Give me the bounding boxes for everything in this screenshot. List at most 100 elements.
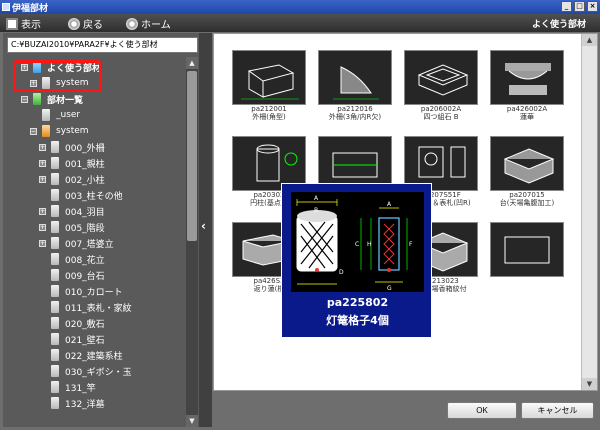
- path-field[interactable]: C:¥BUZAI2010¥PARA2F¥よく使う部材: [7, 37, 198, 53]
- collapse-icon[interactable]: −: [21, 95, 28, 103]
- folder-tree: + よく使う部材 + system − 部材一覧 _user − system +000_外柵 +0…: [3, 59, 183, 427]
- part-tile[interactable]: pa206002A 四つ組石 B: [404, 50, 478, 121]
- part-code: pa426002A: [506, 105, 548, 113]
- tree-node[interactable]: 011_表札・家紋: [39, 299, 132, 315]
- expand-icon[interactable]: +: [39, 207, 46, 215]
- tree-node[interactable]: 022_建築系柱: [39, 347, 123, 363]
- title-bar[interactable]: 伊福部材 _ □ ×: [0, 0, 600, 14]
- scroll-thumb[interactable]: [187, 71, 197, 241]
- tree-node[interactable]: 010_カロート: [39, 283, 123, 299]
- tree-node-label: _user: [56, 110, 81, 120]
- part-tile[interactable]: pa426002A 蓮華: [490, 50, 564, 121]
- view-icon: [6, 17, 18, 30]
- tree-node-label: 021_壁石: [65, 335, 105, 346]
- folder-icon: [51, 349, 59, 361]
- current-folder-label: よく使う部材: [531, 20, 586, 30]
- tree-node[interactable]: − system: [30, 123, 89, 139]
- tree-node[interactable]: +005_階段: [39, 219, 105, 235]
- home-button[interactable]: ホーム: [126, 16, 171, 31]
- chevron-left-icon[interactable]: ‹: [201, 219, 206, 233]
- maximize-button[interactable]: □: [574, 1, 585, 12]
- scroll-down-icon[interactable]: ▼: [186, 415, 198, 427]
- preview-part-name: 灯篭格子4個: [326, 314, 389, 327]
- expand-icon[interactable]: +: [39, 223, 46, 231]
- tree-node-label: 131_竿: [65, 383, 96, 394]
- tree-node[interactable]: 021_壁石: [39, 331, 105, 347]
- part-tile[interactable]: pa207015 台(天場亀腹加工): [490, 136, 564, 207]
- tree-node[interactable]: _user: [30, 107, 80, 123]
- panel-splitter[interactable]: ‹: [199, 33, 212, 427]
- back-icon: [68, 17, 80, 30]
- back-label: 戻る: [83, 20, 103, 31]
- folder-icon: [51, 333, 59, 345]
- folder-icon: [33, 93, 41, 105]
- tree-node[interactable]: 132_洋墓: [39, 395, 105, 411]
- folder-icon: [51, 141, 59, 153]
- folder-icon: [51, 189, 59, 201]
- scroll-down-icon[interactable]: ▼: [582, 378, 597, 390]
- expand-icon[interactable]: +: [39, 143, 46, 151]
- tree-node-label: 005_階段: [65, 223, 105, 234]
- part-thumbnail: [490, 222, 564, 277]
- tree-node-label: 009_台石: [65, 271, 105, 282]
- parts-scrollbar[interactable]: ▲ ▼: [581, 34, 597, 390]
- tree-node[interactable]: +004_羽目: [39, 203, 105, 219]
- tree-node[interactable]: 009_台石: [39, 267, 105, 283]
- expand-icon[interactable]: +: [39, 239, 46, 247]
- folder-icon: [51, 253, 59, 265]
- tree-node-label: 011_表札・家紋: [65, 303, 132, 314]
- tree-node[interactable]: 008_花立: [39, 251, 105, 267]
- app-icon: [2, 3, 10, 11]
- tree-scrollbar[interactable]: ▲ ▼: [186, 57, 198, 427]
- collapse-icon[interactable]: −: [30, 127, 37, 135]
- part-code: pa206002A: [420, 105, 462, 113]
- tree-node-label: 002_小柱: [65, 175, 105, 186]
- tree-node[interactable]: 030_ギボシ・玉: [39, 363, 132, 379]
- back-button[interactable]: 戻る: [68, 16, 103, 31]
- svg-text:A: A: [314, 195, 319, 202]
- part-thumbnail: [318, 50, 392, 105]
- close-button[interactable]: ×: [587, 1, 598, 12]
- folder-icon: [51, 397, 59, 409]
- svg-text:G: G: [387, 285, 392, 292]
- part-tile[interactable]: [490, 222, 564, 277]
- scroll-up-icon[interactable]: ▲: [186, 57, 198, 69]
- tree-node-label: 010_カロート: [65, 287, 123, 298]
- cancel-button[interactable]: キャンセル: [521, 402, 594, 419]
- part-thumbnail: [404, 50, 478, 105]
- folder-icon: [51, 157, 59, 169]
- tree-node-label: 022_建築系柱: [65, 351, 123, 362]
- part-preview-image: A B C H F A G D: [291, 192, 424, 292]
- part-name: 蓮華: [520, 113, 534, 121]
- part-code: pa207015: [509, 191, 545, 199]
- tree-node[interactable]: 003_柱その他: [39, 187, 123, 203]
- folder-icon: [42, 125, 50, 137]
- minimize-button[interactable]: _: [561, 1, 572, 12]
- part-name: 四つ組石 B: [423, 113, 459, 121]
- part-tile[interactable]: pa212016 外柵(3角/内R欠): [318, 50, 392, 121]
- folder-icon: [51, 381, 59, 393]
- tree-node[interactable]: +007_塔婆立: [39, 235, 114, 251]
- folder-icon: [51, 237, 59, 249]
- expand-icon[interactable]: +: [39, 159, 46, 167]
- tree-node-label: 003_柱その他: [65, 191, 123, 202]
- home-label: ホーム: [141, 20, 171, 31]
- tree-node[interactable]: +002_小柱: [39, 171, 105, 187]
- expand-icon[interactable]: +: [39, 175, 46, 183]
- view-menu[interactable]: 表示: [6, 16, 41, 31]
- tree-node[interactable]: − 部材一覧: [21, 91, 83, 107]
- window-controls: _ □ ×: [561, 1, 598, 12]
- ok-button[interactable]: OK: [447, 402, 517, 419]
- scroll-up-icon[interactable]: ▲: [582, 34, 597, 46]
- folder-panel: C:¥BUZAI2010¥PARA2F¥よく使う部材 + よく使う部材 + syste…: [3, 33, 199, 427]
- tree-node[interactable]: 131_竿: [39, 379, 96, 395]
- part-code: pa212016: [337, 105, 373, 113]
- tree-node[interactable]: +001_親柱: [39, 155, 105, 171]
- part-tile[interactable]: pa212001 外柵(角型): [232, 50, 306, 121]
- folder-icon: [51, 221, 59, 233]
- part-thumbnail: [232, 50, 306, 105]
- tree-node[interactable]: 020_敷石: [39, 315, 105, 331]
- part-code: pa212001: [251, 105, 287, 113]
- tree-node[interactable]: +000_外柵: [39, 139, 105, 155]
- folder-icon: [51, 285, 59, 297]
